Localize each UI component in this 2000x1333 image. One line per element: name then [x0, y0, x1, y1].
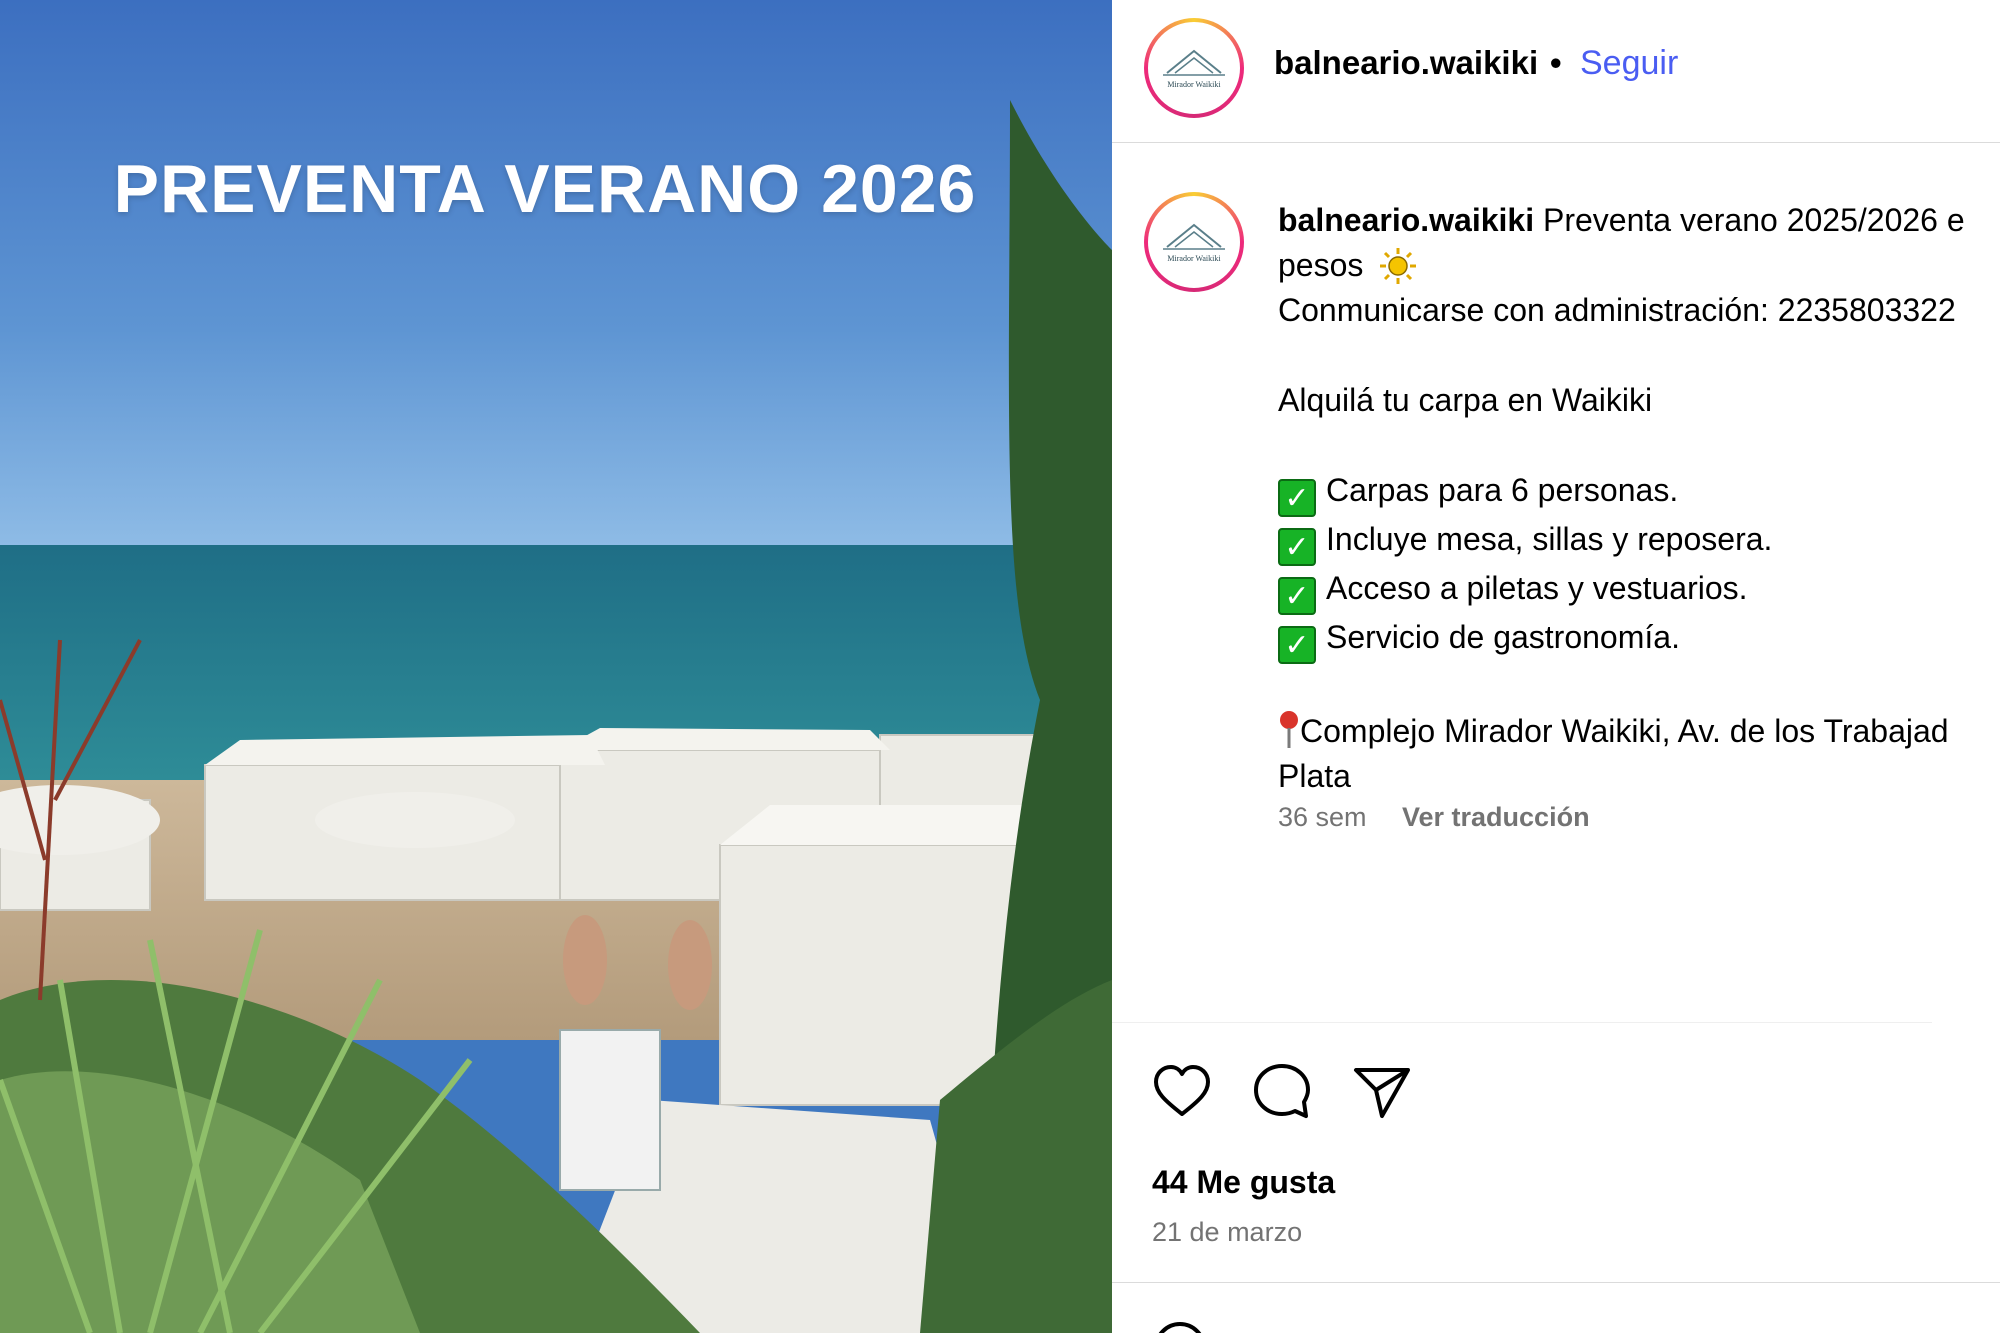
post-date: 21 de marzo — [1152, 1217, 1303, 1247]
comment-button[interactable] — [1252, 1062, 1312, 1122]
caption-avatar[interactable]: Mirador Waikiki — [1144, 192, 1244, 292]
sun-emoji-icon — [1380, 248, 1417, 284]
avatar[interactable]: Mirador Waikiki — [1144, 18, 1244, 118]
send-icon — [1354, 1068, 1410, 1118]
caption-text: balneario.waikiki Preventa verano 2025/2… — [1278, 198, 2000, 799]
svg-text:Mirador Waikiki: Mirador Waikiki — [1167, 80, 1221, 89]
header-username[interactable]: balneario.waikiki — [1274, 44, 1538, 82]
pin-emoji-icon — [1280, 711, 1298, 748]
list-item: ✓ Servicio de gastronomía. — [1278, 615, 2000, 664]
post-caption: Mirador Waikiki balneario.waikiki Preven… — [1112, 142, 2000, 1022]
caption-username[interactable]: balneario.waikiki — [1278, 202, 1534, 238]
time-ago[interactable]: 36 sem — [1278, 802, 1367, 833]
waikiki-logo-icon: Mirador Waikiki — [1163, 49, 1225, 89]
post-details-panel: Mirador Waikiki balneario.waikiki • Segu… — [1112, 0, 2000, 1333]
caption-line: pesos — [1278, 247, 1364, 283]
caption-line: Conmunicarse con administración: 2235803… — [1278, 292, 1956, 328]
location-line: Complejo Mirador Waikiki, Av. de los Tra… — [1300, 713, 1949, 749]
caption-line: Alquilá tu carpa en Waikiki — [1278, 382, 1653, 418]
list-item: ✓ Carpas para 6 personas. — [1278, 468, 2000, 517]
post-image[interactable]: PREVENTA VERANO 2026 — [0, 0, 1112, 1333]
waikiki-logo-icon: Mirador Waikiki — [1163, 223, 1225, 263]
comment-icon — [1254, 1064, 1310, 1118]
heart-icon — [1154, 1065, 1210, 1116]
divider — [1112, 1282, 2000, 1283]
check-mark-icon: ✓ — [1278, 479, 1316, 517]
share-button[interactable] — [1352, 1062, 1412, 1122]
like-count[interactable]: 44 Me gusta — [1152, 1164, 1335, 1201]
list-item: ✓ Incluye mesa, sillas y reposera. — [1278, 517, 2000, 566]
check-mark-icon: ✓ — [1278, 626, 1316, 664]
check-mark-icon: ✓ — [1278, 577, 1316, 615]
divider — [1112, 1022, 1932, 1023]
post-header: Mirador Waikiki balneario.waikiki • Segu… — [1112, 0, 2000, 143]
list-item: ✓ Acceso a piletas y vestuarios. — [1278, 566, 2000, 615]
svg-text:Mirador Waikiki: Mirador Waikiki — [1167, 254, 1221, 263]
emoji-icon[interactable] — [1152, 1320, 1208, 1333]
separator-dot: • — [1550, 44, 1562, 81]
translate-link[interactable]: Ver traducción — [1402, 802, 1590, 833]
caption-line: Preventa verano 2025/2026 e — [1534, 202, 1965, 238]
follow-button[interactable]: Seguir — [1580, 44, 1678, 83]
like-button[interactable] — [1152, 1062, 1212, 1122]
post-headline: PREVENTA VERANO 2026 — [113, 151, 977, 227]
check-mark-icon: ✓ — [1278, 528, 1316, 566]
location-line: Plata — [1278, 758, 1351, 794]
